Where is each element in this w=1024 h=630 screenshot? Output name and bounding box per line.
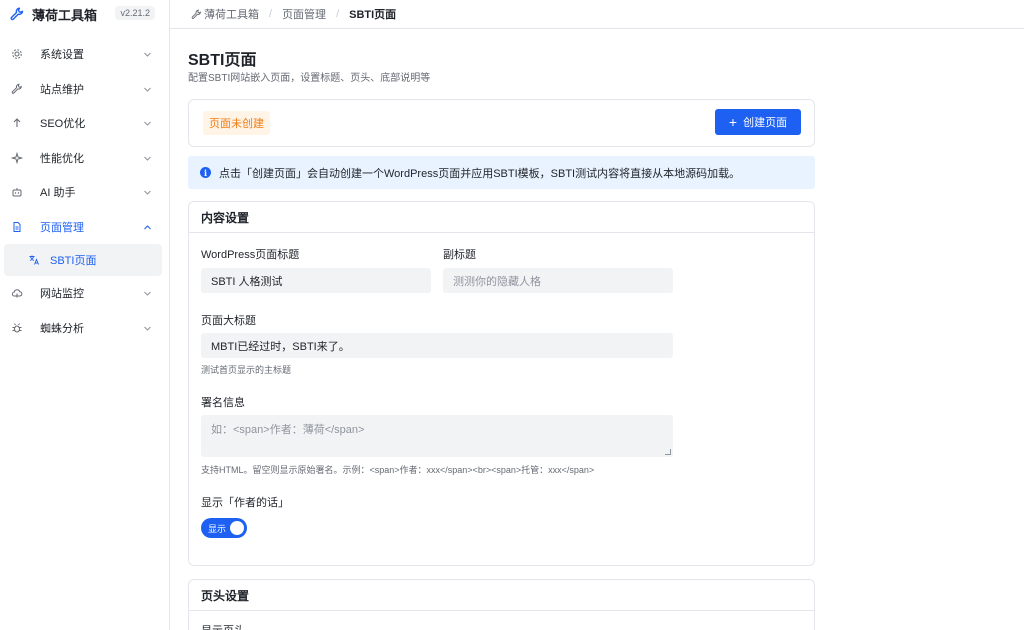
info-alert: i 点击「创建页面」会自动创建一个WordPress页面并应用SBTI模板，SB… xyxy=(188,156,815,189)
sidebar-item-ai-assistant[interactable]: AI 助手 xyxy=(0,175,169,210)
sidebar-item-seo[interactable]: SEO优化 xyxy=(0,106,169,141)
sidebar-item-label: SEO优化 xyxy=(40,118,86,131)
wrench-logo-icon xyxy=(10,7,24,21)
author-note-label: 显示「作者的话」 xyxy=(201,497,289,509)
resize-handle-icon[interactable] xyxy=(665,449,671,455)
sparkle-icon xyxy=(11,151,23,164)
sidebar-item-page-management[interactable]: 页面管理 xyxy=(0,210,169,245)
header-settings-title: 页头设置 xyxy=(189,580,814,611)
breadcrumb-separator: / xyxy=(336,8,340,20)
sidebar-item-system-settings[interactable]: 系统设置 xyxy=(0,37,169,72)
wp-title-input[interactable]: SBTI 人格测试 xyxy=(201,268,431,293)
sidebar-item-site-monitoring[interactable]: 网站监控 xyxy=(0,276,169,311)
chevron-down-icon xyxy=(143,50,152,59)
subtitle-input[interactable]: 测测你的隐藏人格 xyxy=(443,268,673,293)
create-page-button-label: 创建页面 xyxy=(743,117,788,129)
wp-title-label: WordPress页面标题 xyxy=(201,249,300,261)
sidebar-item-spider-analysis[interactable]: 蜘蛛分析 xyxy=(0,311,169,346)
brand: 薄荷工具箱 v2.21.2 xyxy=(0,0,169,28)
bug-icon xyxy=(11,322,23,334)
status-card: 页面未创建 + 创建页面 xyxy=(188,99,815,147)
sidebar-item-label: 蜘蛛分析 xyxy=(40,322,84,335)
robot-icon xyxy=(11,186,23,198)
sidebar-item-label: 页面管理 xyxy=(40,221,84,234)
wrench-icon xyxy=(191,9,202,20)
sidebar: 薄荷工具箱 v2.21.2 系统设置 站点维护 SEO优化 性能优化 AI 助手 xyxy=(0,0,170,630)
app-name: 薄荷工具箱 xyxy=(32,7,98,23)
plus-icon: + xyxy=(728,114,738,130)
main-title-label: 页面大标题 xyxy=(201,315,256,327)
signature-label: 署名信息 xyxy=(201,397,245,409)
sidebar-menu: 系统设置 站点维护 SEO优化 性能优化 AI 助手 页面管理 SBTI页面 网… xyxy=(0,37,169,345)
info-icon: i xyxy=(200,167,211,178)
sidebar-item-performance[interactable]: 性能优化 xyxy=(0,141,169,176)
create-page-button[interactable]: + 创建页面 xyxy=(715,109,801,135)
breadcrumb-home[interactable]: 薄荷工具箱 xyxy=(191,6,259,22)
sidebar-item-label: 性能优化 xyxy=(40,152,84,165)
arrow-up-icon xyxy=(11,117,23,129)
content-settings-title: 内容设置 xyxy=(189,202,814,233)
subtitle-label: 副标题 xyxy=(443,249,476,261)
cloud-icon xyxy=(11,287,23,299)
main-title-input[interactable]: MBTI已经过时，SBTI来了。 xyxy=(201,333,673,358)
sidebar-item-label: 网站监控 xyxy=(40,288,84,301)
sidebar-subitem-sbti-page[interactable]: SBTI页面 xyxy=(4,244,162,276)
breadcrumb-home-label: 薄荷工具箱 xyxy=(204,9,259,21)
header-settings-card: 页头设置 显示页头 xyxy=(188,579,815,630)
sidebar-item-label: AI 助手 xyxy=(40,187,76,200)
chevron-down-icon xyxy=(143,119,152,128)
document-icon xyxy=(11,221,23,233)
gear-icon xyxy=(11,48,23,60)
show-header-label: 显示页头 xyxy=(201,622,245,630)
status-badge: 页面未创建 xyxy=(203,111,270,135)
signature-help: 支持HTML。留空则显示原始署名。示例：<span>作者：xxx</span><… xyxy=(201,465,595,475)
sidebar-subitem-label: SBTI页面 xyxy=(50,255,97,267)
toggle-text: 显示 xyxy=(208,523,227,534)
translate-icon xyxy=(28,254,40,266)
main-title-help: 测试首页显示的主标题 xyxy=(201,365,292,375)
signature-placeholder: 如：<span>作者：薄荷</span> xyxy=(211,424,365,436)
content-settings-card: 内容设置 WordPress页面标题 SBTI 人格测试 副标题 测测你的隐藏人… xyxy=(188,201,815,566)
breadcrumb-separator: / xyxy=(269,8,273,20)
chevron-up-icon xyxy=(143,223,152,232)
sidebar-item-site-maintenance[interactable]: 站点维护 xyxy=(0,72,169,107)
info-alert-text: 点击「创建页面」会自动创建一个WordPress页面并应用SBTI模板，SBTI… xyxy=(219,167,741,180)
author-note-toggle[interactable]: 显示 xyxy=(201,518,247,538)
page-description: 配置SBTI网站嵌入页面，设置标题、页头、底部说明等 xyxy=(188,73,431,84)
breadcrumb-current: SBTI页面 xyxy=(349,9,397,21)
sidebar-item-label: 站点维护 xyxy=(40,83,84,96)
chevron-down-icon xyxy=(143,85,152,94)
version-badge: v2.21.2 xyxy=(115,6,155,20)
toggle-knob xyxy=(230,521,244,535)
chevron-down-icon xyxy=(143,154,152,163)
wrench-icon xyxy=(11,83,23,95)
chevron-down-icon xyxy=(143,188,152,197)
sidebar-item-label: 系统设置 xyxy=(40,49,84,62)
chevron-down-icon xyxy=(143,289,152,298)
breadcrumb: 薄荷工具箱 / 页面管理 / SBTI页面 xyxy=(170,0,1024,29)
chevron-down-icon xyxy=(143,324,152,333)
page-title: SBTI页面 xyxy=(188,52,257,69)
signature-textarea[interactable]: 如：<span>作者：薄荷</span> xyxy=(201,415,673,457)
breadcrumb-section[interactable]: 页面管理 xyxy=(282,6,326,22)
